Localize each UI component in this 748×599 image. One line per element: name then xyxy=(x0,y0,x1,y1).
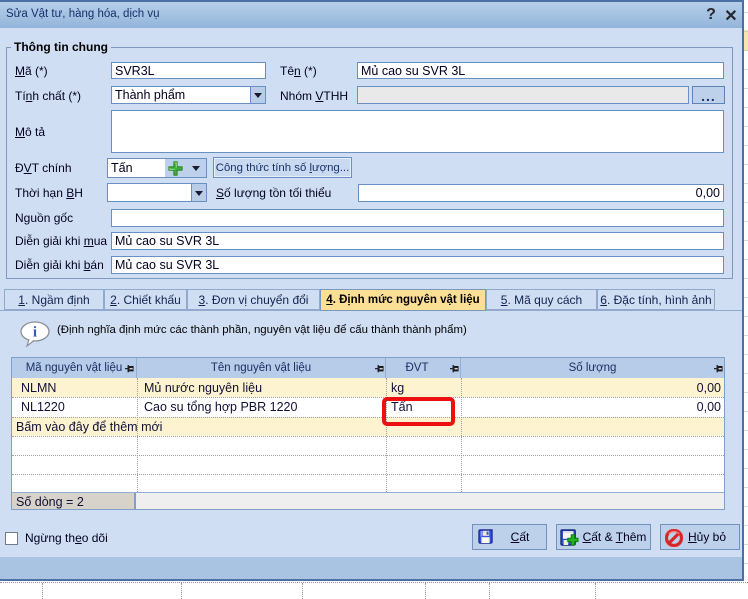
svg-text:i: i xyxy=(33,325,37,341)
